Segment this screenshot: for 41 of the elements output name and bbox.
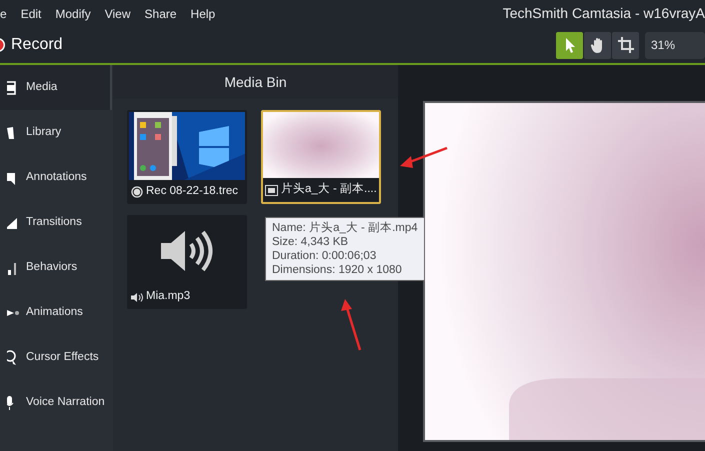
record-icon <box>131 186 143 198</box>
sidebar-item[interactable]: Media <box>0 65 112 110</box>
tooltip-line: Duration: 0:00:06;03 <box>272 249 378 263</box>
menu-item[interactable]: Help <box>190 4 222 22</box>
file-name: Mia.mp3 <box>146 289 190 304</box>
sidebar-item[interactable]: Behaviors <box>0 245 112 290</box>
hand-tool-button[interactable] <box>584 32 611 58</box>
record-button[interactable]: Record <box>0 33 63 57</box>
crop-tool-button[interactable] <box>612 32 639 58</box>
sidebar-item[interactable]: Library <box>0 110 112 155</box>
tooltip-line: Name: 片头a_大 - 副本.mp4 <box>272 221 418 235</box>
speaker-icon <box>159 229 215 273</box>
menu-item[interactable]: Modify <box>55 4 97 22</box>
record-icon <box>0 37 6 53</box>
annotation-arrow <box>400 146 448 168</box>
menu-item[interactable]: Edit <box>20 4 48 22</box>
window-title: TechSmith Camtasia - w16vrayA <box>502 4 705 23</box>
file-name: 片头a_大 - 副本.... <box>281 182 377 198</box>
menu-item[interactable]: View <box>104 4 137 22</box>
sidebar-item[interactable]: Transitions <box>0 200 112 245</box>
menu-item[interactable]: e <box>0 4 13 22</box>
annotation-arrow <box>341 299 362 350</box>
media-clip[interactable]: Mia.mp3 <box>127 215 247 309</box>
select-tool-button[interactable] <box>556 32 583 58</box>
menu-item[interactable]: Share <box>144 4 183 22</box>
media-icon <box>7 80 19 96</box>
sidebar-item[interactable]: Animations <box>0 290 112 335</box>
tooltip-line: Dimensions: 1920 x 1080 <box>272 263 403 277</box>
film-icon <box>265 184 278 196</box>
sidebar-item[interactable]: Voice Narration <box>0 380 112 425</box>
sidebar-item[interactable]: Cursor Effects <box>0 335 112 380</box>
tooltip-line: Size: 4,343 KB <box>272 235 350 249</box>
media-clip[interactable]: 片头a_大 - 副本.... <box>261 110 381 204</box>
file-name: Rec 08-22-18.trec <box>146 184 238 200</box>
crop-icon <box>616 36 634 54</box>
speaker-icon <box>131 292 143 302</box>
cursor-icon <box>7 350 19 366</box>
zoom-field[interactable]: 31% <box>645 32 705 58</box>
animations-icon <box>7 310 19 316</box>
media-clip[interactable]: Rec 08-22-18.trec <box>127 110 247 204</box>
sidebar-item[interactable]: Annotations <box>0 155 112 200</box>
